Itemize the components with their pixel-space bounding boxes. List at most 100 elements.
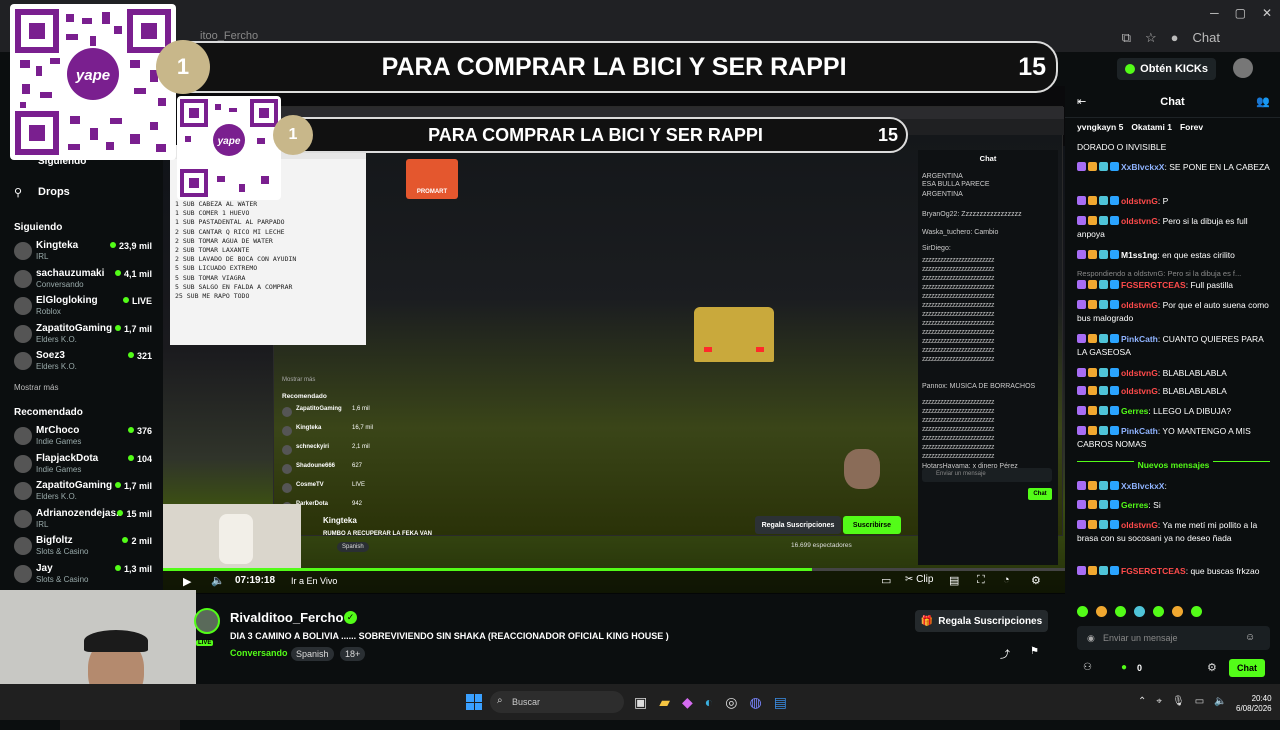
gifter-2[interactable]: Okatami 1 — [1131, 122, 1172, 132]
network-icon[interactable]: ▭ — [1195, 696, 1204, 707]
get-kicks-button[interactable]: Obtén KICKs — [1117, 58, 1216, 80]
chat-send-button[interactable]: Chat — [1229, 659, 1265, 677]
volume-icon[interactable]: 🔈 — [211, 574, 225, 587]
copilot-icon[interactable]: ◆ — [682, 694, 693, 711]
emote-icon[interactable] — [1096, 606, 1107, 617]
channel-row[interactable]: FlapjackDota Indie Games 104 — [0, 451, 163, 478]
emote-icon[interactable] — [1077, 606, 1088, 617]
channel-row[interactable]: MrChoco Indie Games 376 — [0, 423, 163, 450]
chat-input[interactable]: Enviar un mensaje — [1077, 626, 1270, 650]
progress-fill — [163, 568, 813, 571]
chat-username[interactable]: Gerres — [1121, 500, 1148, 510]
channel-name: Adrianozendejas... — [36, 507, 122, 519]
badge-icon — [1099, 520, 1108, 529]
close-icon[interactable]: ✕ — [1262, 6, 1272, 20]
chat-username[interactable]: PinkCath — [1121, 426, 1158, 436]
channel-row[interactable]: Bigfoltz Slots & Casino 2 mil — [0, 533, 163, 560]
file-explorer-icon[interactable]: ▰ — [659, 694, 670, 711]
inner-chat-filler: zzzzzzzzzzzzzzzzzzzzzzzz — [922, 329, 995, 336]
badge-icon — [1099, 250, 1108, 259]
emote-icon[interactable] — [1153, 606, 1164, 617]
obs-icon[interactable]: ◎ — [725, 694, 737, 711]
chat-username[interactable]: oldstvnG — [1121, 300, 1158, 310]
channel-row[interactable]: sachauzumaki Conversando 4,1 mil — [0, 266, 163, 293]
badge-icon — [1088, 386, 1097, 395]
channel-name[interactable]: Rivalditoo_Fercho — [230, 610, 343, 625]
chat-settings-icon[interactable]: ⚙ — [1207, 661, 1217, 674]
gifter-1[interactable]: yvngkayn 5 — [1077, 122, 1123, 132]
go-live-button[interactable]: Ir a En Vivo — [291, 576, 337, 586]
emote-icon[interactable] — [1134, 606, 1145, 617]
chat-username[interactable]: oldstvnG — [1121, 196, 1158, 206]
chat-username[interactable]: PinkCath — [1121, 334, 1158, 344]
share-icon[interactable]: ⤴ — [1000, 646, 1010, 661]
emote-bar — [1077, 606, 1204, 617]
channel-row[interactable]: Jay Slots & Casino 1,3 mil — [0, 561, 163, 588]
maximize-icon[interactable]: ▢ — [1235, 6, 1246, 20]
theater-icon[interactable]: ▭ — [881, 574, 891, 587]
show-more-link[interactable]: Mostrar más — [14, 383, 58, 392]
minimize-icon[interactable]: ─ — [1210, 6, 1219, 20]
location-icon[interactable]: ⌖ — [1156, 696, 1162, 707]
fullscreen-icon[interactable]: ⛶ — [977, 574, 985, 587]
chat-username[interactable]: oldstvnG — [1121, 216, 1158, 226]
chat-username[interactable]: oldstvnG — [1121, 386, 1158, 396]
chat-username[interactable]: Gerres — [1121, 406, 1148, 416]
user-avatar[interactable] — [1233, 58, 1253, 78]
stream-category[interactable]: Conversando — [230, 648, 288, 658]
rewards-icon[interactable]: ⚇ — [1083, 662, 1092, 673]
report-icon[interactable]: ⚑ — [1030, 646, 1039, 657]
emote-icon[interactable] — [1191, 606, 1202, 617]
microphone-icon[interactable]: 🎙 — [1172, 696, 1185, 707]
users-icon[interactable]: 👥 — [1256, 95, 1270, 108]
chat-username[interactable]: FGSERGTCEAS — [1121, 566, 1186, 576]
channel-name: Soez3 — [36, 350, 65, 361]
settings-panel-icon[interactable]: ▤ — [949, 574, 959, 587]
channel-row[interactable]: ElGlogloking Roblox LIVE — [0, 293, 163, 320]
discord-icon[interactable]: ◍ — [749, 694, 761, 711]
channel-row[interactable]: ZapatitoGaming Elders K.O. 1,7 mil — [0, 478, 163, 505]
drops-icon[interactable]: ⚲ — [14, 186, 22, 199]
speed-icon[interactable]: ◔ — [1003, 574, 1010, 586]
emote-icon[interactable] — [1115, 606, 1126, 617]
new-messages-label: Nuevos mensajes — [1133, 460, 1214, 470]
task-view-icon[interactable]: ▣ — [634, 694, 647, 711]
emoji-icon[interactable]: ☺ — [1245, 632, 1255, 643]
app-icon[interactable]: ▤ — [774, 694, 787, 711]
sidebar-drops[interactable]: Drops — [38, 186, 70, 198]
star-icon[interactable]: ☆ — [1145, 30, 1157, 46]
channel-row[interactable]: Kingteka IRL 23,9 mil — [0, 238, 163, 265]
profile-icon[interactable]: ● — [1171, 30, 1179, 46]
tag-age[interactable]: 18+ — [340, 647, 366, 661]
channel-row[interactable]: Soez3 Elders K.O. 321 — [0, 348, 163, 375]
edge-icon[interactable]: ◐ — [705, 694, 713, 711]
chat-username[interactable]: oldstvnG — [1121, 368, 1158, 378]
taskbar-clock[interactable]: 20:40 6/08/2026 — [1236, 694, 1272, 714]
chat-username[interactable]: FGSERGTCEAS — [1121, 280, 1186, 290]
svg-text:yape: yape — [217, 136, 241, 147]
gear-icon[interactable]: ⚙ — [1031, 574, 1041, 587]
copilot-chat-tab[interactable]: Chat — [1193, 30, 1220, 46]
chevron-up-icon[interactable]: ⌃ — [1138, 696, 1146, 707]
chat-username[interactable]: XxBlvckxX — [1121, 162, 1164, 172]
channel-row[interactable]: ZapatitoGaming Elders K.O. 1,7 mil — [0, 321, 163, 348]
badge-icon — [1110, 520, 1119, 529]
gift-subs-button[interactable]: 🎁 Regala Suscripciones — [915, 610, 1048, 632]
speaker-icon[interactable]: 🔈 — [1214, 696, 1226, 707]
gifter-3[interactable]: Forev — [1180, 122, 1203, 132]
chat-username[interactable]: M1ss1ng — [1121, 250, 1157, 260]
chat-username[interactable]: XxBlvckxX — [1121, 481, 1164, 491]
windows-start-icon[interactable] — [466, 694, 482, 710]
clip-button[interactable]: ✂ Clip — [905, 574, 933, 585]
progress-bar[interactable] — [163, 568, 1065, 571]
chat-username[interactable]: oldstvnG — [1121, 520, 1158, 530]
play-icon[interactable]: ▶ — [183, 575, 191, 588]
extensions-icon[interactable]: ⧉ — [1122, 30, 1131, 46]
channel-avatar[interactable] — [194, 608, 220, 634]
taskbar-search[interactable]: Buscar — [490, 691, 624, 713]
tag-language[interactable]: Spanish — [291, 647, 334, 661]
channel-row[interactable]: Adrianozendejas... IRL 15 mil — [0, 506, 163, 533]
emote-icon[interactable] — [1172, 606, 1183, 617]
taxi-car — [694, 307, 774, 362]
badge-icon — [1099, 334, 1108, 343]
